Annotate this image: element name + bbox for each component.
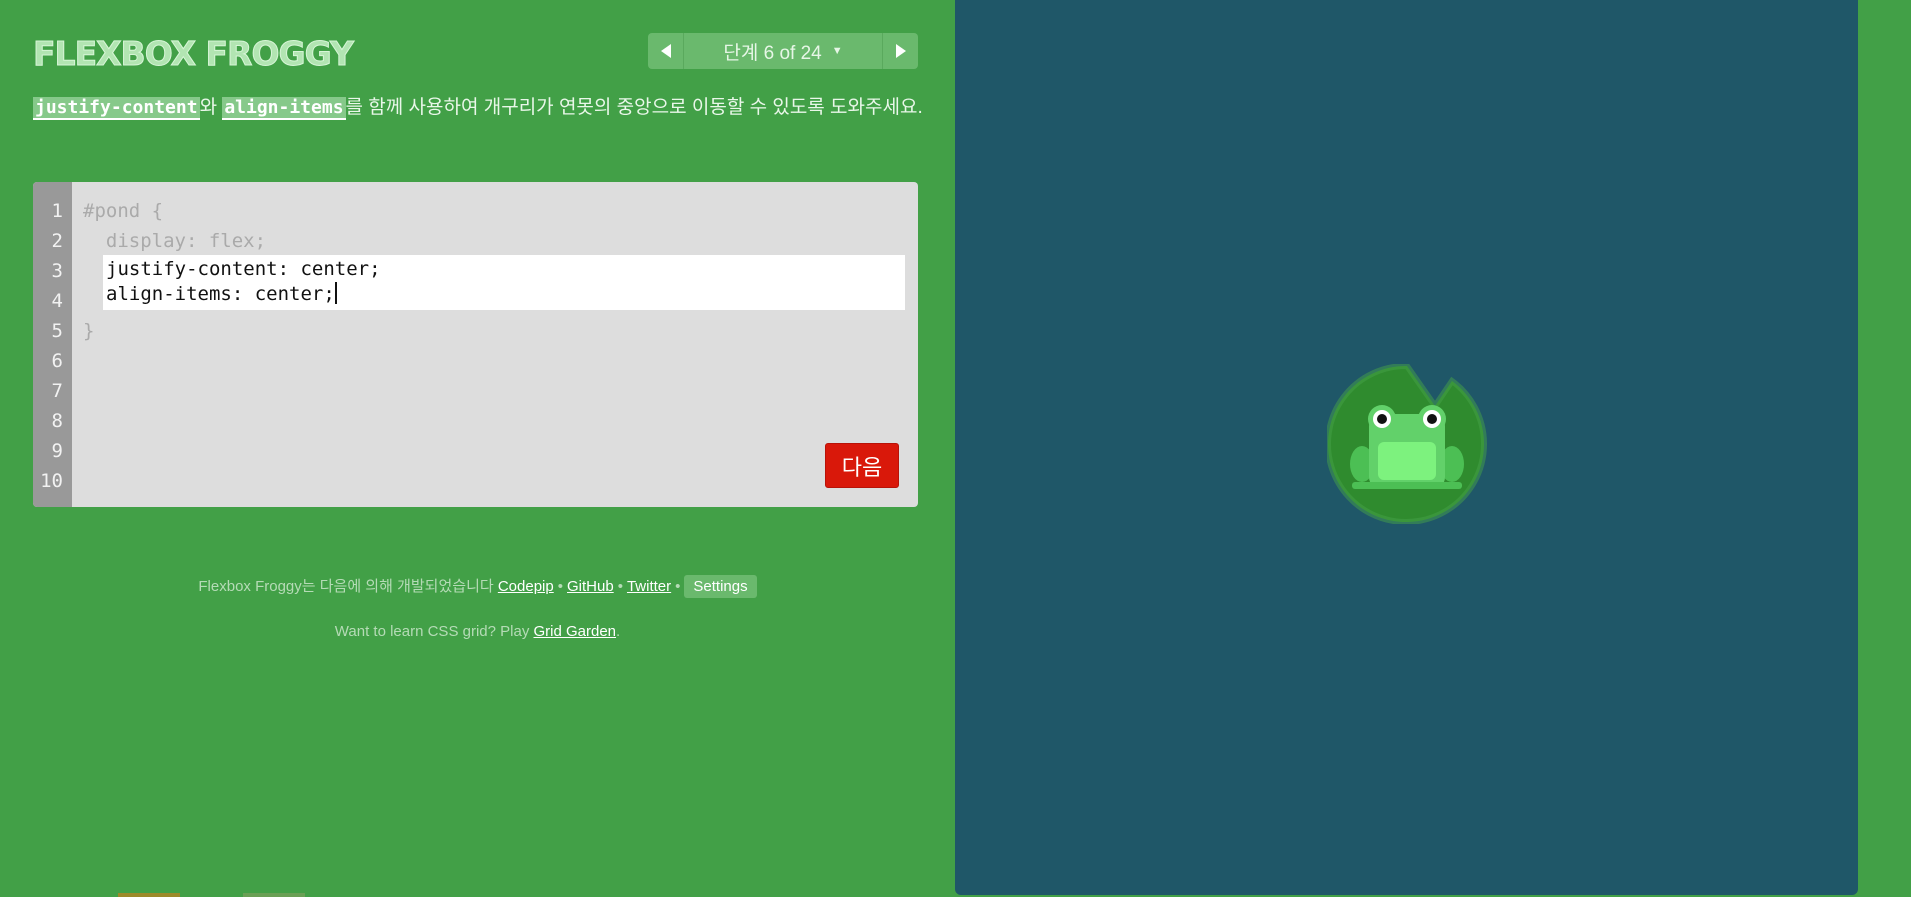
code-line-close: } bbox=[83, 320, 95, 342]
next-level-button[interactable] bbox=[882, 33, 918, 69]
instructions-text-2: 를 함께 사용하여 개구리가 연못의 중앙으로 이동할 수 있도록 도와주세요. bbox=[345, 97, 923, 118]
line-numbers: 1 2 3 4 5 6 7 8 9 10 bbox=[33, 182, 72, 507]
triangle-right-icon bbox=[895, 44, 906, 58]
line-number: 3 bbox=[51, 260, 63, 282]
grid-garden-link[interactable]: Grid Garden bbox=[533, 623, 616, 640]
line-number: 5 bbox=[51, 320, 63, 342]
bottom-strip bbox=[243, 893, 305, 897]
grid-promo-text: Want to learn CSS grid? Play bbox=[334, 623, 534, 640]
twitter-link[interactable]: Twitter bbox=[627, 578, 671, 595]
line-number: 2 bbox=[51, 230, 63, 252]
separator: • bbox=[675, 578, 681, 595]
code-input-text: align-items: center; bbox=[106, 283, 335, 305]
code-input-line-1[interactable]: justify-content: center; bbox=[106, 256, 381, 282]
instructions: justify-content 와 align-items 를 함께 사용하여 개구… bbox=[33, 95, 923, 120]
triangle-left-icon bbox=[660, 44, 671, 58]
justify-content-help[interactable]: justify-content bbox=[33, 97, 200, 120]
separator: • bbox=[557, 578, 563, 595]
line-number: 1 bbox=[51, 200, 63, 222]
separator: • bbox=[617, 578, 623, 595]
codepip-link[interactable]: Codepip bbox=[498, 578, 554, 595]
line-number: 4 bbox=[51, 290, 63, 312]
grid-promo-end: . bbox=[616, 623, 621, 640]
pond bbox=[955, 0, 1858, 895]
instructions-text-1: 와 bbox=[199, 97, 223, 118]
footer-credits: Flexbox Froggy는 다음에 의해 개발되었습니다 Codepip • G… bbox=[0, 575, 955, 598]
caret-down-icon: ▼ bbox=[831, 45, 843, 57]
code-input-line-2[interactable]: align-items: center; bbox=[106, 281, 337, 307]
bottom-strip bbox=[118, 893, 180, 897]
code-line-display: display: flex; bbox=[83, 230, 267, 252]
lilypad-with-frog bbox=[1325, 362, 1487, 525]
level-indicator[interactable]: 단계 6 of 24 ▼ bbox=[684, 33, 882, 69]
code-editor: 1 2 3 4 5 6 7 8 9 10 #pond { display: fl… bbox=[33, 182, 918, 507]
level-navigation: 단계 6 of 24 ▼ bbox=[648, 33, 918, 69]
left-panel: FLEXBOX FROGGY 단계 6 of 24 ▼ justify-cont… bbox=[0, 0, 955, 897]
settings-button[interactable]: Settings bbox=[684, 575, 757, 598]
line-number: 7 bbox=[51, 380, 63, 402]
text-cursor bbox=[334, 282, 337, 304]
line-number: 10 bbox=[40, 470, 63, 492]
level-label: 단계 6 of 24 bbox=[723, 42, 822, 64]
line-number: 9 bbox=[51, 440, 63, 462]
align-items-help[interactable]: align-items bbox=[222, 97, 346, 120]
next-button[interactable]: 다음 bbox=[825, 443, 899, 488]
github-link[interactable]: GitHub bbox=[567, 578, 614, 595]
code-input-area[interactable]: justify-content: center; align-items: ce… bbox=[103, 255, 905, 310]
credit-text: Flexbox Froggy는 다음에 의해 개발되었습니다 bbox=[198, 578, 498, 595]
grid-garden-promo: Want to learn CSS grid? Play Grid Garden… bbox=[0, 623, 955, 640]
line-number: 8 bbox=[51, 410, 63, 432]
line-number: 6 bbox=[51, 350, 63, 372]
app-logo: FLEXBOX FROGGY bbox=[33, 34, 355, 74]
previous-level-button[interactable] bbox=[648, 33, 684, 69]
lilypad-icon bbox=[1325, 362, 1487, 525]
code-line-selector: #pond { bbox=[83, 200, 164, 222]
